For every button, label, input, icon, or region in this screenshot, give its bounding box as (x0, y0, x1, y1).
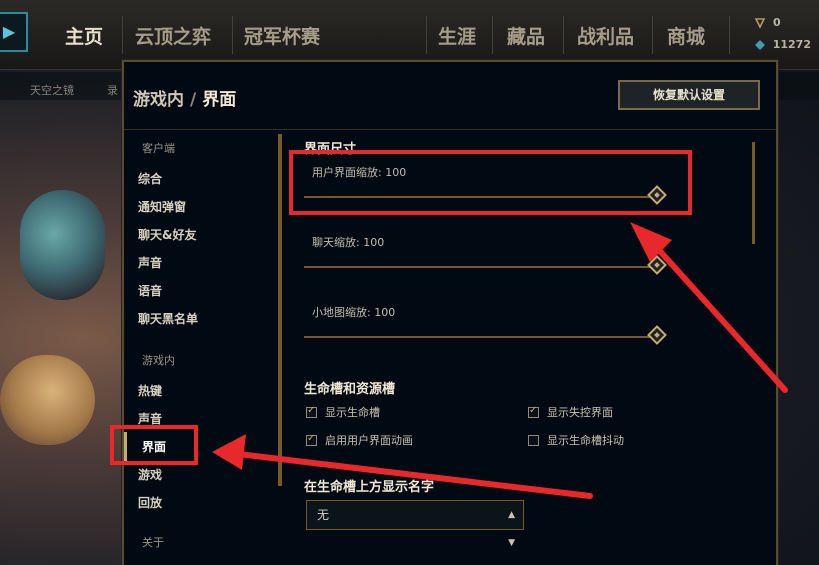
annotation-arrows (212, 222, 788, 499)
client-window: › ▶ 主页 云顶之弈 冠军杯赛 生涯 藏品 战利品 商城 0 11272 天空… (0, 0, 819, 565)
